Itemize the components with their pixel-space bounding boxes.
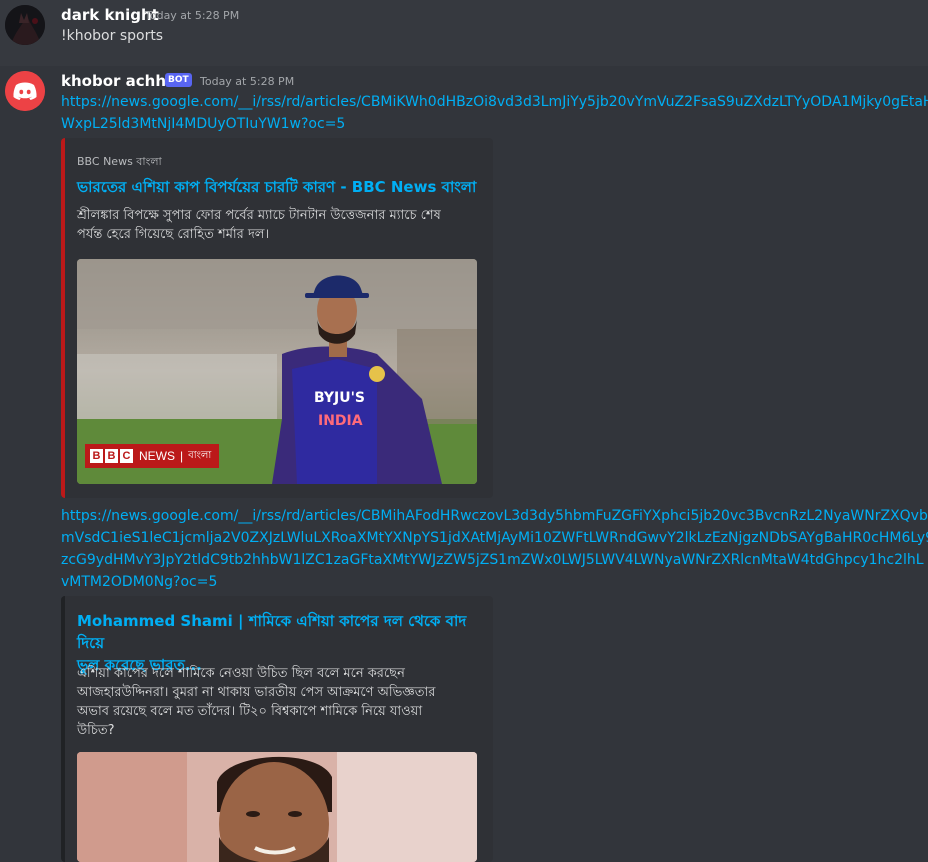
link-line: https://news.google.com/__i/rss/rd/artic… — [61, 508, 928, 524]
desc-line: পর্যন্ত হেরে গিয়েছে রোহিত শর্মার দল। — [77, 227, 270, 242]
embed-image[interactable] — [77, 752, 477, 862]
bot-badge: BOT — [165, 73, 192, 87]
link-embed-bbc: BBC News বাংলা ভারতের এশিয়া কাপ বিপর্যয… — [61, 138, 493, 498]
embed-title[interactable]: ভারতের এশিয়া কাপ বিপর্যয়ের চারটি কারণ … — [77, 176, 476, 201]
desc-line: উচিত? — [77, 723, 115, 738]
embed-description: শ্রীলঙ্কার বিপক্ষে সুপার ফোর পর্বের ম্যা… — [77, 206, 477, 244]
bbc-letter: B — [105, 449, 118, 463]
bbc-divider: | — [180, 449, 184, 463]
link-line: https://news.google.com/__i/rss/rd/artic… — [61, 94, 928, 110]
link-line: zcG9ydHMvY3JpY2tldC9tb2hhbW1lZC1zaGFtaXM… — [61, 552, 924, 568]
bot-avatar[interactable] — [5, 71, 45, 111]
bbc-lang-word: বাংলা — [188, 449, 212, 461]
link-line: mVsdC1ieS1leC1jcmlja2V0ZXJzLWluLXRoaXMtY… — [61, 530, 928, 546]
embed-accent-bar — [61, 596, 65, 862]
desc-line: আজহারউদ্দিনরা। বুমরা না থাকায় ভারতীয় প… — [77, 685, 436, 700]
dark-knight-avatar-icon — [5, 5, 45, 45]
link-line: vMTM2ODM0Ng?oc=5 — [61, 574, 218, 590]
embed-provider[interactable]: BBC News বাংলা — [77, 153, 162, 172]
cricketer-portrait-icon — [77, 752, 477, 862]
link-embed-anandabazar: Mohammed Shami | শামিকে এশিয়া কাপের দল … — [61, 596, 493, 862]
embed-image[interactable]: BYJU'S INDIA B B C NEWS | বাংলা — [77, 259, 477, 484]
message-khobor-achhe: khobor achhe ! BOT Today at 5:28 PM http… — [0, 66, 928, 862]
desc-line: শ্রীলঙ্কার বিপক্ষে সুপার ফোর পর্বের ম্যা… — [77, 208, 441, 223]
bbc-news-logo: B B C NEWS | বাংলা — [85, 444, 219, 468]
link-line: WxpL25ld3MtNjI4MDUyOTIuYW1w?oc=5 — [61, 116, 346, 132]
article-link-1[interactable]: https://news.google.com/__i/rss/rd/artic… — [61, 91, 928, 135]
jersey-sponsor-text: BYJU'S — [314, 390, 365, 406]
bbc-news-word: NEWS — [139, 449, 175, 463]
desc-line: এশিয়া কাপের দলে শামিকে নেওয়া উচিত ছিল … — [77, 666, 405, 681]
bbc-letter: B — [90, 449, 103, 463]
bbc-letter: C — [120, 449, 133, 463]
message-dark-knight: dark knight Today at 5:28 PM !khobor spo… — [0, 0, 928, 62]
user-avatar[interactable] — [5, 5, 45, 45]
article-link-2[interactable]: https://news.google.com/__i/rss/rd/artic… — [61, 505, 928, 593]
message-timestamp: Today at 5:28 PM — [200, 75, 295, 88]
embed-accent-bar — [61, 138, 65, 498]
desc-line: অভাব রয়েছে বলে মত তাঁদের। টি২০ বিশ্বকাপ… — [77, 704, 423, 719]
message-timestamp: Today at 5:28 PM — [145, 9, 240, 22]
message-content: !khobor sports — [61, 28, 164, 44]
embed-description: এশিয়া কাপের দলে শামিকে নেওয়া উচিত ছিল … — [77, 664, 481, 740]
discord-logo-icon — [5, 71, 45, 111]
jersey-country-text: INDIA — [318, 413, 363, 429]
title-line: Mohammed Shami | শামিকে এশিয়া কাপের দল … — [77, 612, 467, 652]
